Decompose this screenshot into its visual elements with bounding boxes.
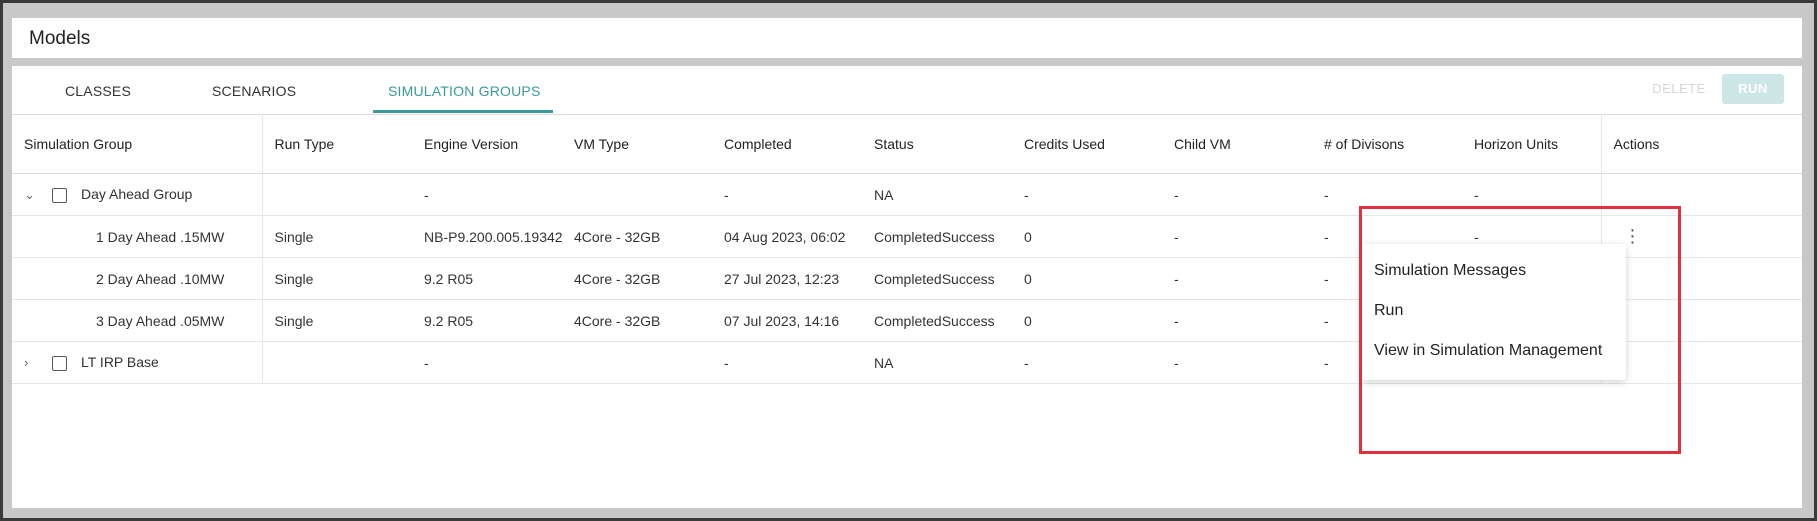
completed-cell: 04 Aug 2023, 06:02 (712, 215, 862, 258)
credits-cell: 0 (1012, 299, 1162, 342)
col-header-actions: Actions (1601, 114, 1802, 174)
tab-scenarios[interactable]: SCENARIOS (212, 83, 296, 99)
vm-type-cell: 4Core - 32GB (562, 215, 712, 258)
group-name-cell: ⌄ Day Ahead Group (12, 173, 263, 216)
col-header-horizon-units[interactable]: Horizon Units (1462, 114, 1602, 174)
credits-cell: - (1012, 173, 1162, 216)
annotation-highlight-box (1359, 206, 1681, 454)
credits-cell: - (1012, 341, 1162, 384)
status-cell: NA (862, 341, 1012, 384)
run-type-cell: Single (262, 215, 412, 258)
completed-cell: - (712, 341, 862, 384)
active-tab-indicator (373, 110, 553, 113)
row-checkbox[interactable] (52, 187, 67, 203)
table-header-row: Simulation Group Run Type Engine Version… (12, 114, 1802, 174)
engine-version-cell: 9.2 R05 (412, 257, 562, 300)
chevron-down-icon[interactable]: ⌄ (24, 187, 40, 203)
delete-button[interactable]: DELETE (1646, 74, 1712, 104)
status-cell: CompletedSuccess (862, 299, 1012, 342)
group-name: Day Ahead Group (81, 186, 193, 202)
col-header-child-vm[interactable]: Child VM (1162, 114, 1312, 174)
tab-bar: CLASSES SCENARIOS SIMULATION GROUPS DELE… (12, 66, 1802, 115)
status-cell: CompletedSuccess (862, 215, 1012, 258)
col-header-run-type[interactable]: Run Type (262, 114, 412, 174)
credits-cell: 0 (1012, 215, 1162, 258)
col-header-credits-used[interactable]: Credits Used (1012, 114, 1162, 174)
vm-type-cell: 4Core - 32GB (562, 257, 712, 300)
col-header-divisions[interactable]: # of Divisons (1312, 114, 1462, 174)
status-cell: NA (862, 173, 1012, 216)
col-header-engine-version[interactable]: Engine Version (412, 114, 562, 174)
run-type-cell: Single (262, 257, 412, 300)
run-type-cell (262, 173, 412, 216)
engine-version-cell: - (412, 173, 562, 216)
run-type-cell (262, 341, 412, 384)
vm-type-cell (562, 173, 712, 216)
tab-classes[interactable]: CLASSES (65, 83, 131, 99)
child-vm-cell: - (1162, 257, 1312, 300)
group-name: LT IRP Base (81, 354, 159, 371)
vm-type-cell: 4Core - 32GB (562, 299, 712, 342)
col-header-status[interactable]: Status (862, 114, 1012, 174)
col-header-vm-type[interactable]: VM Type (562, 114, 712, 174)
group-name-cell: › LT IRP Base (12, 341, 263, 384)
child-vm-cell: - (1162, 341, 1312, 384)
simulation-name-cell: 3 Day Ahead .05MW (12, 299, 263, 342)
child-vm-cell: - (1162, 299, 1312, 342)
run-button[interactable]: RUN (1722, 74, 1784, 104)
title-bar: Models (12, 18, 1802, 58)
chevron-right-icon[interactable]: › (24, 355, 40, 370)
simulation-name-cell: 1 Day Ahead .15MW (12, 215, 263, 258)
completed-cell: 27 Jul 2023, 12:23 (712, 257, 862, 300)
status-cell: CompletedSuccess (862, 257, 1012, 300)
run-type-cell: Single (262, 299, 412, 342)
completed-cell: - (712, 173, 862, 216)
col-header-simulation-group[interactable]: Simulation Group (12, 114, 263, 174)
completed-cell: 07 Jul 2023, 14:16 (712, 299, 862, 342)
row-checkbox[interactable] (52, 355, 67, 371)
simulation-name-cell: 2 Day Ahead .10MW (12, 257, 263, 300)
engine-version-cell: 9.2 R05 (412, 299, 562, 342)
engine-version-cell: - (412, 341, 562, 384)
child-vm-cell: - (1162, 173, 1312, 216)
page-title: Models (29, 28, 91, 49)
engine-version-cell: NB-P9.200.005.19342 (412, 215, 562, 258)
credits-cell: 0 (1012, 257, 1162, 300)
col-header-completed[interactable]: Completed (712, 114, 862, 174)
vm-type-cell (562, 341, 712, 384)
tab-simulation-groups[interactable]: SIMULATION GROUPS (388, 83, 541, 99)
child-vm-cell: - (1162, 215, 1312, 258)
